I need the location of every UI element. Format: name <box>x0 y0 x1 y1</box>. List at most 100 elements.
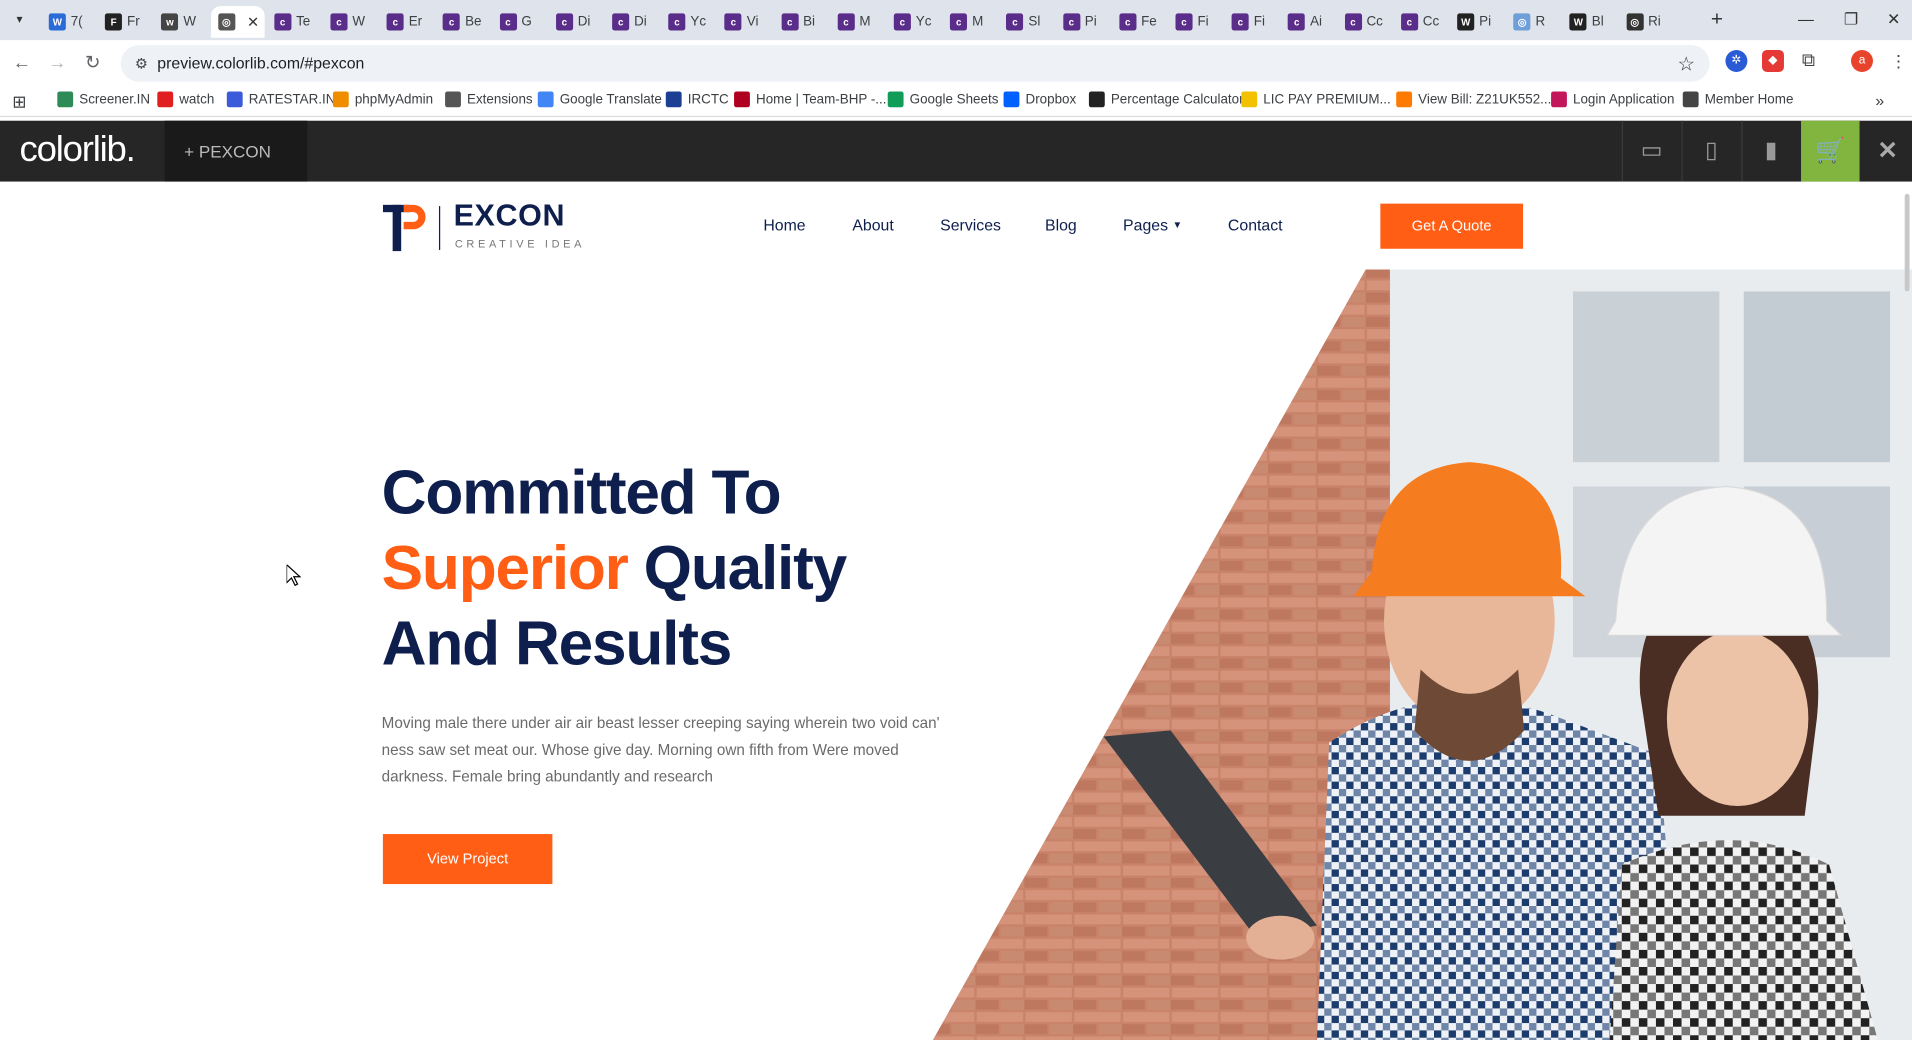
browser-tab[interactable]: W Bl <box>1563 6 1617 38</box>
new-tab-button[interactable]: + <box>1705 7 1729 31</box>
bookmark-item[interactable]: Screener.IN <box>57 91 150 108</box>
bookmark-item[interactable]: Login Application <box>1551 91 1674 108</box>
browser-tab[interactable]: wW <box>154 6 208 38</box>
browser-toolbar: ← → ↻ ⚙ preview.colorlib.com/#pexcon ☆ <box>0 40 1912 86</box>
browser-tab[interactable]: c Di <box>605 6 659 38</box>
get-a-quote-button[interactable]: Get A Quote <box>1380 203 1524 249</box>
browser-tab[interactable]: ◎ R <box>1506 6 1560 38</box>
extension-icon[interactable]: ✲ <box>1725 49 1748 72</box>
browser-tab[interactable]: c Yc <box>886 6 940 38</box>
browser-tab[interactable]: c Ai <box>1281 6 1335 38</box>
tab-title: Pi <box>1479 14 1492 30</box>
browser-tab[interactable]: c Er <box>379 6 433 38</box>
apps-grid-icon[interactable]: ⊞ <box>12 91 26 112</box>
project-selector[interactable]: + PEXCON <box>164 120 308 182</box>
page-scrollbar[interactable] <box>1904 193 1910 292</box>
browser-tab[interactable]: c Fi <box>1168 6 1222 38</box>
tablet-view-icon[interactable]: ▯ <box>1681 120 1741 182</box>
browser-tab[interactable]: cM <box>830 6 884 38</box>
bookmark-item[interactable]: watch <box>157 91 214 108</box>
browser-tab[interactable]: c Cc <box>1337 6 1391 38</box>
browser-tab[interactable]: ◎ ✕ <box>210 6 265 38</box>
url-text[interactable]: preview.colorlib.com/#pexcon <box>157 54 364 72</box>
browser-tab[interactable]: F Fr <box>98 6 152 38</box>
mouse-cursor-icon <box>286 564 302 587</box>
extensions-puzzle-icon[interactable]: ⧉ <box>1797 49 1820 72</box>
bookmark-favicon-icon <box>1682 91 1699 108</box>
bookmark-item[interactable]: Google Translate <box>537 91 662 108</box>
browser-tab[interactable]: c Yc <box>661 6 715 38</box>
bookmark-favicon-icon <box>1241 91 1258 108</box>
browser-tab[interactable]: c Pi <box>1055 6 1109 38</box>
browser-tab[interactable]: cG <box>492 6 546 38</box>
site-info-icon[interactable]: ⚙ <box>133 55 150 72</box>
browser-menu-icon[interactable]: ⋮ <box>1887 49 1910 72</box>
bookmark-item[interactable]: Percentage Calculator <box>1088 91 1244 108</box>
tab-title: Be <box>465 14 482 30</box>
bookmark-item[interactable]: Member Home <box>1682 91 1793 108</box>
brand-name[interactable]: EXCON <box>454 199 565 234</box>
bookmark-item[interactable]: phpMyAdmin <box>332 91 434 108</box>
browser-tab[interactable]: c Fe <box>1112 6 1166 38</box>
tab-search-icon[interactable]: ▾ <box>7 10 31 32</box>
view-project-button[interactable]: View Project <box>382 834 553 885</box>
bookmark-label: phpMyAdmin <box>354 92 434 107</box>
tab-title: Te <box>296 14 311 30</box>
bookmark-star-icon[interactable]: ☆ <box>1677 52 1694 76</box>
bookmark-item[interactable]: Home | Team-BHP -... <box>734 91 886 108</box>
bookmark-item[interactable]: View Bill: Z21UK552... <box>1396 91 1551 108</box>
forward-icon[interactable]: → <box>44 50 71 77</box>
tab-title: Bl <box>1591 14 1604 30</box>
bookmark-item[interactable]: Dropbox <box>1003 91 1076 108</box>
tab-title: M <box>972 14 984 30</box>
cart-icon[interactable]: 🛒 <box>1801 120 1860 182</box>
reload-icon[interactable]: ↻ <box>79 50 106 77</box>
desktop-view-icon[interactable]: ▭ <box>1621 120 1681 182</box>
browser-tab[interactable]: c Cc <box>1394 6 1448 38</box>
headline-line-2: Superior Quality <box>382 532 848 604</box>
nav-pages[interactable]: Pages ▼ <box>1123 216 1182 234</box>
bookmark-item[interactable]: RATESTAR.IN <box>226 91 335 108</box>
nav-services[interactable]: Services <box>940 216 1001 234</box>
address-bar[interactable]: ⚙ preview.colorlib.com/#pexcon ☆ <box>120 45 1710 82</box>
browser-tab[interactable]: W Pi <box>1450 6 1504 38</box>
browser-tab[interactable]: c Be <box>436 6 490 38</box>
window-close-icon[interactable]: ✕ <box>1875 7 1912 31</box>
minimize-icon[interactable]: — <box>1788 7 1825 31</box>
browser-tab[interactable]: c Bi <box>774 6 828 38</box>
adblock-extension-icon[interactable]: ◆ <box>1762 49 1784 72</box>
bookmark-label: Percentage Calculator <box>1110 92 1244 107</box>
bookmark-item[interactable]: LIC PAY PREMIUM... <box>1241 91 1391 108</box>
bookmark-item[interactable]: Google Sheets <box>887 91 998 108</box>
restore-icon[interactable]: ❐ <box>1833 7 1870 31</box>
tab-title: Sl <box>1028 14 1041 30</box>
bookmark-favicon-icon <box>332 91 349 108</box>
close-preview-icon[interactable]: ✕ <box>1863 121 1912 182</box>
tab-title: Pi <box>1084 14 1097 30</box>
back-icon[interactable]: ← <box>9 50 36 77</box>
browser-tab[interactable]: W 7( <box>41 6 95 38</box>
nav-about[interactable]: About <box>852 216 893 234</box>
mobile-view-icon[interactable]: ▮ <box>1741 120 1800 182</box>
nav-contact[interactable]: Contact <box>1228 216 1283 234</box>
tab-close-icon[interactable]: ✕ <box>247 13 259 30</box>
bookmark-item[interactable]: Extensions <box>445 91 533 108</box>
browser-tab[interactable]: cW <box>323 6 377 38</box>
browser-tab[interactable]: c Di <box>548 6 602 38</box>
brand-tagline: CREATIVE IDEA <box>454 237 586 250</box>
browser-tab[interactable]: ◎ Ri <box>1619 6 1673 38</box>
browser-tab[interactable]: c Te <box>267 6 321 38</box>
browser-tab[interactable]: cM <box>943 6 997 38</box>
nav-home[interactable]: Home <box>763 216 805 234</box>
tab-favicon-icon: W <box>1457 13 1475 31</box>
bookmark-item[interactable]: IRCTC <box>665 91 729 108</box>
tab-favicon-icon: ◎ <box>1626 13 1644 31</box>
tab-title: Yc <box>915 14 932 30</box>
more-bookmarks-icon[interactable]: » <box>1875 91 1884 109</box>
browser-tab[interactable]: c Vi <box>717 6 771 38</box>
browser-tab[interactable]: c Sl <box>999 6 1053 38</box>
nav-blog[interactable]: Blog <box>1045 216 1077 234</box>
profile-avatar[interactable]: a <box>1851 49 1873 72</box>
browser-tab[interactable]: c Fi <box>1224 6 1278 38</box>
colorlib-logo[interactable]: colorlib. <box>20 129 136 170</box>
